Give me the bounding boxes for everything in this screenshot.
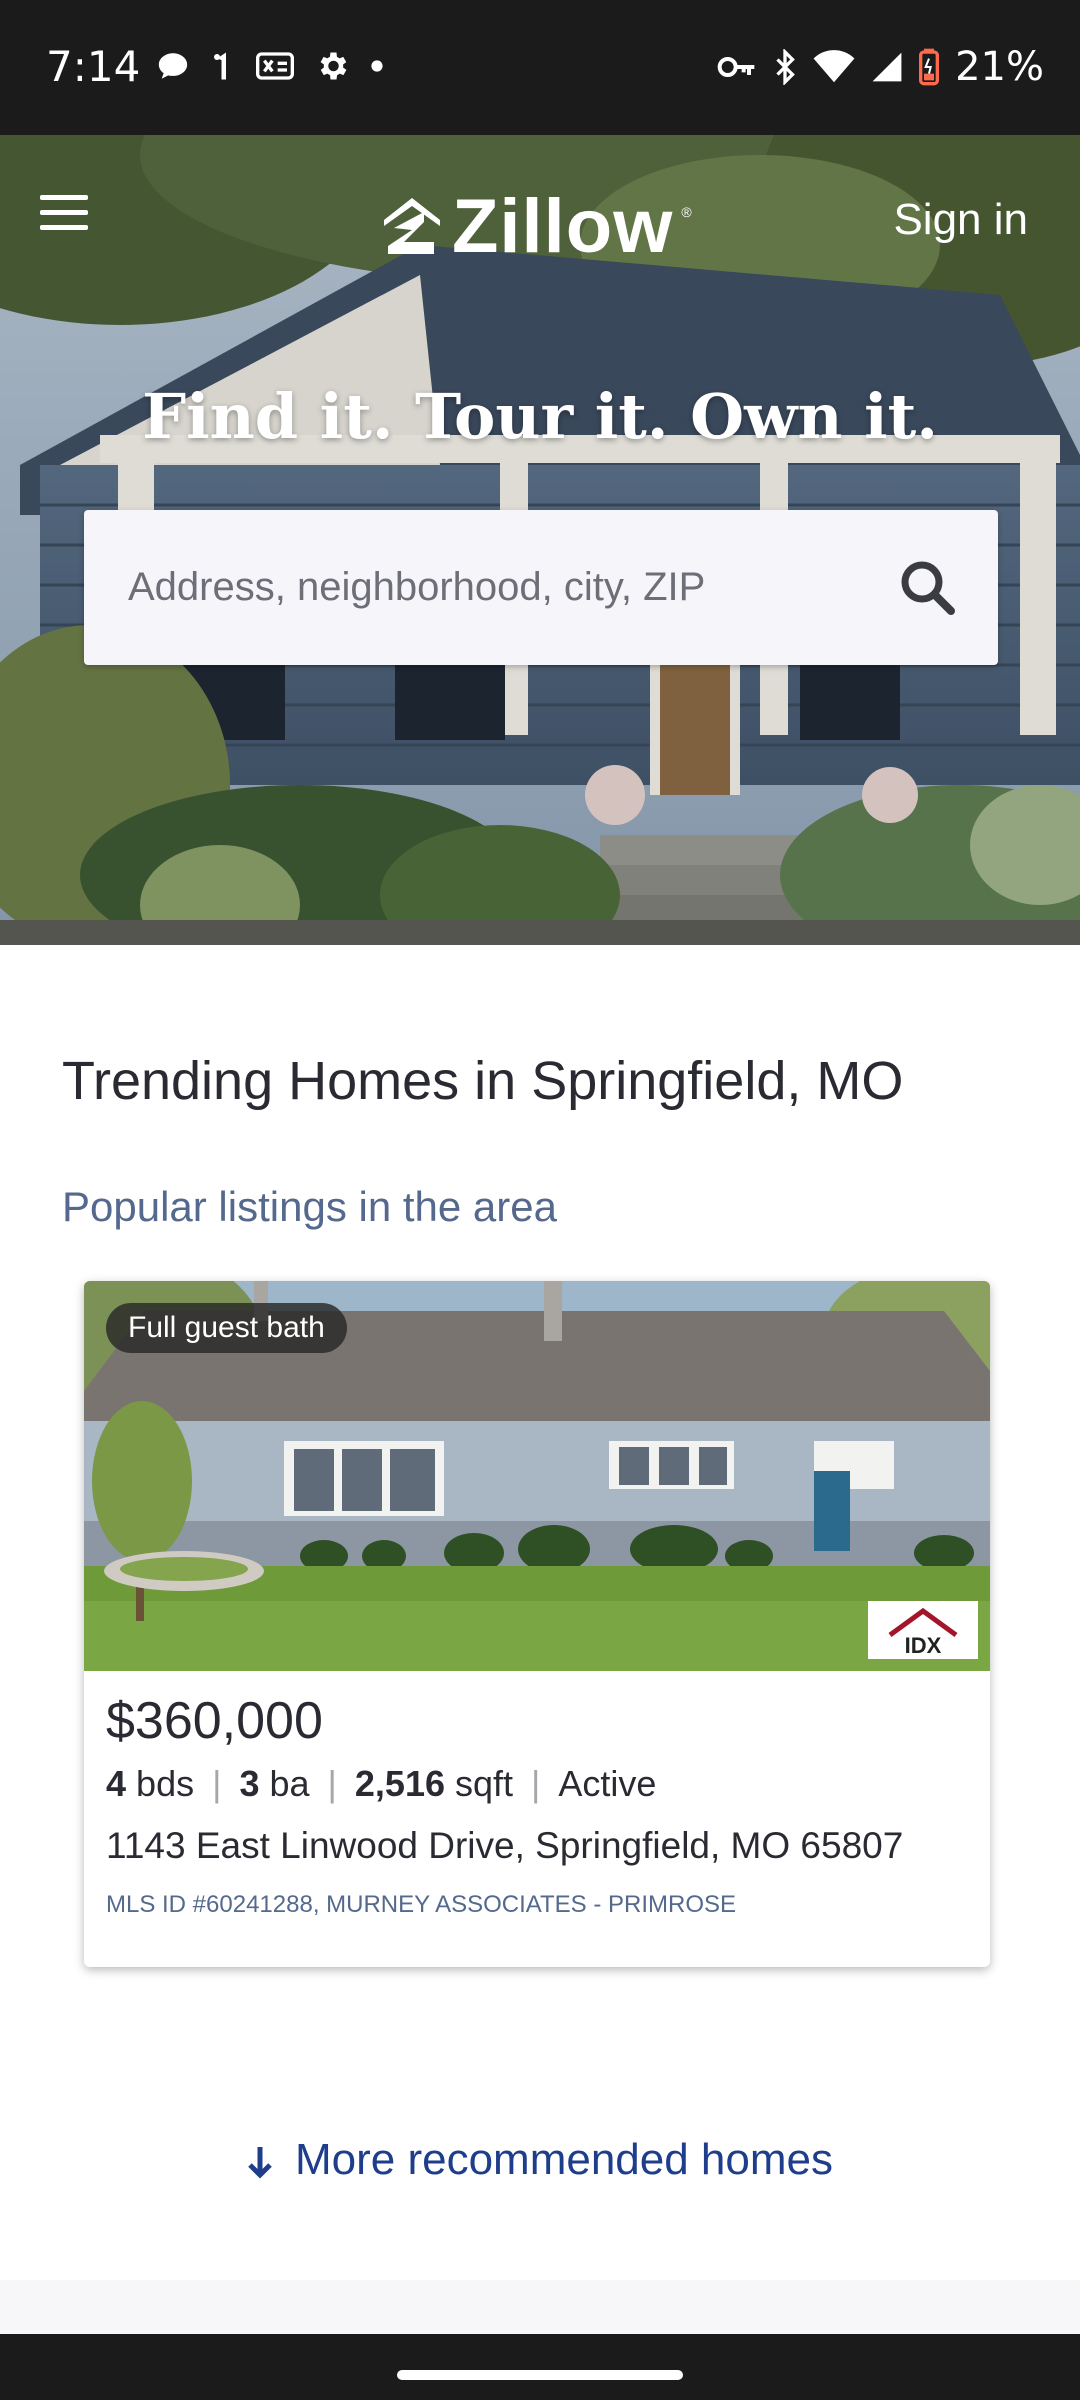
hero-banner: Zillow ® Sign in Find it. Tour it. Own i… [0,135,1080,945]
vpn-key-icon [717,57,755,77]
zillow-wordmark: Zillow [452,184,674,269]
status-system-icons: 21% [717,44,1044,90]
listing-price: $360,000 [106,1692,323,1750]
sqft-count: 2,516 [354,1763,445,1804]
baths-count: 3 [239,1763,260,1804]
more-recommended-homes-link[interactable]: More recommended homes [0,2135,1080,2185]
dot-icon [371,60,383,72]
listing-mls: MLS ID #60241288, MURNEY ASSOCIATES - PR… [106,1891,736,1918]
section-subtitle: Popular listings in the area [62,1183,557,1230]
battery-low-icon [919,48,940,86]
idx-logo-text: IDX [905,1633,942,1658]
baths-label: ba [269,1763,310,1804]
system-nav-bar [0,2334,1080,2400]
status-bar: 7:14 21% [0,0,1080,135]
fact-divider: | [531,1763,541,1804]
fact-divider: | [212,1763,222,1804]
main-content: Trending Homes in Springfield, MO Popula… [0,945,1080,2280]
hero-headline: Find it. Tour it. Own it. [142,380,938,453]
registered-mark: ® [681,203,692,220]
search-icon[interactable] [898,558,956,616]
listing-status: Active [558,1763,657,1804]
cell-signal-icon [872,52,902,82]
zillow-logo[interactable]: Zillow ® [380,183,692,270]
bluetooth-icon [776,49,795,85]
listing-badge: Full guest bath [106,1303,347,1353]
home-gesture-handle[interactable] [397,2370,683,2380]
status-notification-icons [156,48,384,84]
listing-facts: 4 bds | 3 ba | 2,516 sqft | Active [106,1763,656,1805]
sqft-label: sqft [455,1763,514,1804]
fact-divider: | [327,1763,337,1804]
footer-strip [0,2280,1080,2334]
beds-count: 4 [106,1763,127,1804]
search-bar[interactable] [84,510,998,665]
section-title: Trending Homes in Springfield, MO [62,1051,904,1111]
sign-in-link[interactable]: Sign in [893,195,1028,245]
idx-logo-icon: IDX [868,1601,978,1659]
signal-one-icon [214,52,226,80]
status-time: 7:14 [46,42,141,91]
zillow-house-logo-icon [384,197,440,254]
beds-label: bds [136,1763,195,1804]
wifi-icon [813,50,855,83]
sim-icon [256,52,294,80]
chat-icon [158,53,188,79]
more-recommended-homes-label: More recommended homes [294,2135,833,2184]
arrow-down-icon [248,2147,272,2179]
gear-icon [320,52,347,80]
listing-address: 1143 East Linwood Drive, Springfield, MO… [106,1825,904,1866]
search-input[interactable] [128,510,888,665]
hamburger-menu-icon[interactable] [40,193,90,233]
battery-percent: 21% [955,44,1044,90]
listing-card[interactable]: Full guest bath IDX $360,000 4 bds | 3 b… [84,1281,990,1967]
